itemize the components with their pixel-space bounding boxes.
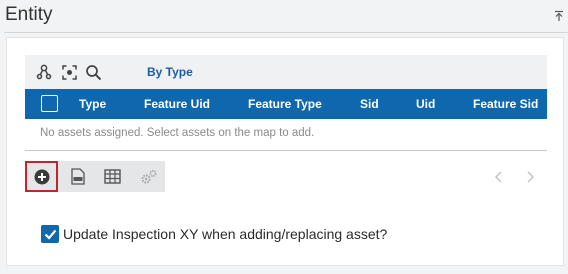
checkmark-icon [44,229,56,240]
column-header-feature-uid[interactable]: Feature Uid [144,97,210,111]
table-icon [104,169,121,184]
network-icon[interactable] [35,63,53,81]
panel-title: Entity [5,4,53,25]
collapse-icon[interactable] [553,10,565,22]
table-view-button[interactable] [96,161,129,192]
asset-action-bar [25,161,165,192]
export-csv-icon [70,168,85,185]
column-header-sid[interactable]: Sid [360,97,379,111]
column-header-type[interactable]: Type [79,97,106,111]
settings-button[interactable] [132,161,165,192]
focus-icon[interactable] [60,63,78,81]
previous-page-icon[interactable] [493,170,505,184]
update-xy-label[interactable]: Update Inspection XY when adding/replaci… [63,226,387,242]
column-header-uid[interactable]: Uid [416,97,435,111]
title-divider [4,32,568,33]
add-icon [34,169,49,184]
settings-gears-icon [140,169,156,184]
add-asset-button[interactable] [25,161,58,192]
update-xy-checkbox[interactable] [41,225,59,243]
empty-grid-message: No assets assigned. Select assets on the… [40,127,315,139]
export-csv-button[interactable] [61,161,94,192]
column-header-feature-type[interactable]: Feature Type [248,97,322,111]
next-page-icon[interactable] [524,170,536,184]
column-header-feature-sid[interactable]: Feature Sid [473,97,538,111]
grid-header: Type Feature Uid Feature Type Sid Uid Fe… [25,89,547,119]
search-icon[interactable] [84,63,102,81]
update-xy-option: Update Inspection XY when adding/replaci… [41,225,387,243]
grid-toolbar: By Type [25,55,547,89]
by-type-filter[interactable]: By Type [147,65,193,79]
select-all-checkbox[interactable] [41,95,58,112]
grid-bottom-divider [25,150,547,151]
